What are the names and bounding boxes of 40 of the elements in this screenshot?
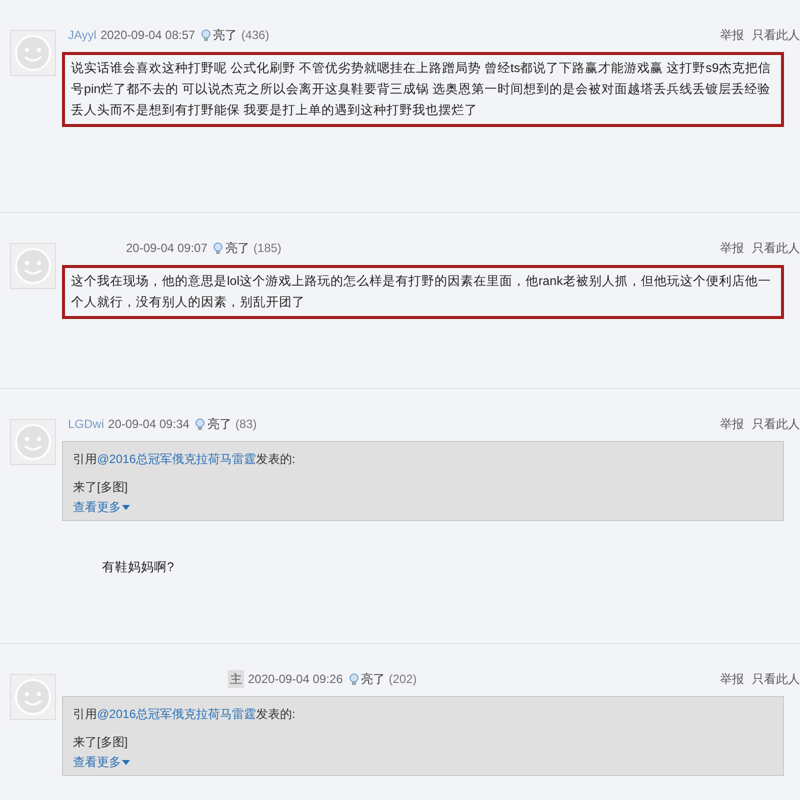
post-text: 这个我在现场，他的意思是lol这个游戏上路玩的怎么样是有打野的因素在里面，他rank老被别人抓，但他玩这个便利店他一个人就行，没有别人的因素，别乱开团了 xyxy=(71,273,772,311)
post-text: 说实话谁会喜欢这种打野呢 公式化刷野 不管优劣势就嗯挂在上路蹭局势 曾经ts都说了下路赢才能游戏赢 这打野s9杰克把信号pin烂了都不去的 可以说杰克之所以会离开这臭鞋要背三成锅 选奥恩第一时间想到的是会被对面越塔丢兵线丢镀层丢经验丢人头而不是想到有打野能保 我要是打上单的遇到这种打野我也摆烂了 xyxy=(71,60,772,119)
post-time: 20-09-04 09:34 xyxy=(108,416,190,433)
light-label[interactable]: 亮了 xyxy=(225,239,250,257)
caret-icon xyxy=(122,760,130,764)
action-link[interactable]: 举报 xyxy=(720,670,744,688)
action-link[interactable]: 举报 xyxy=(720,239,744,257)
action-link[interactable]: 只看此人 xyxy=(752,239,800,257)
light-count: (83) xyxy=(235,416,257,433)
quote-label: 引用 xyxy=(73,451,97,468)
caret-icon xyxy=(122,504,130,510)
action-link[interactable]: 举报 xyxy=(720,26,744,44)
post-time: 20-09-04 09:07 xyxy=(126,240,208,257)
show-more-link[interactable]: 查看更多 xyxy=(73,753,130,771)
post-time: 2020-09-04 09:26 xyxy=(248,671,343,688)
light-count: (185) xyxy=(253,240,282,257)
action-link[interactable]: 举报 xyxy=(720,415,744,433)
author-link[interactable]: @2016总冠军俄克拉荷马雷霆 xyxy=(97,705,256,723)
lightbulb-icon xyxy=(348,672,359,686)
quote-label: 发表的: xyxy=(256,451,296,468)
poster-tag: 主 xyxy=(228,670,244,688)
light-label[interactable]: 亮了 xyxy=(360,670,385,688)
lightbulb-icon xyxy=(195,418,206,430)
quote-text: 来了[多图] xyxy=(73,734,129,751)
post-time: 2020-09-04 08:57 xyxy=(100,27,196,44)
light-label[interactable]: 亮了 xyxy=(207,415,232,433)
light-label[interactable]: 亮了 xyxy=(213,26,238,44)
lightbulb-icon xyxy=(213,242,224,254)
action-link[interactable]: 只看此人 xyxy=(752,415,800,433)
action-link[interactable]: 只看此人 xyxy=(752,26,800,44)
lightbulb-icon xyxy=(201,28,212,42)
light-count: (436) xyxy=(241,27,270,44)
quote-text: 来了[多图] xyxy=(73,479,129,496)
author-link[interactable]: @2016总冠军俄克拉荷马雷霆 xyxy=(97,450,256,468)
show-more-link[interactable]: 查看更多 xyxy=(73,498,130,516)
light-count: (202) xyxy=(388,671,417,688)
post-text: 有鞋妈妈啊? xyxy=(102,559,175,576)
quote-label: 引用 xyxy=(73,706,97,723)
action-link[interactable]: 只看此人 xyxy=(752,670,800,688)
quote-label: 发表的: xyxy=(256,706,296,723)
